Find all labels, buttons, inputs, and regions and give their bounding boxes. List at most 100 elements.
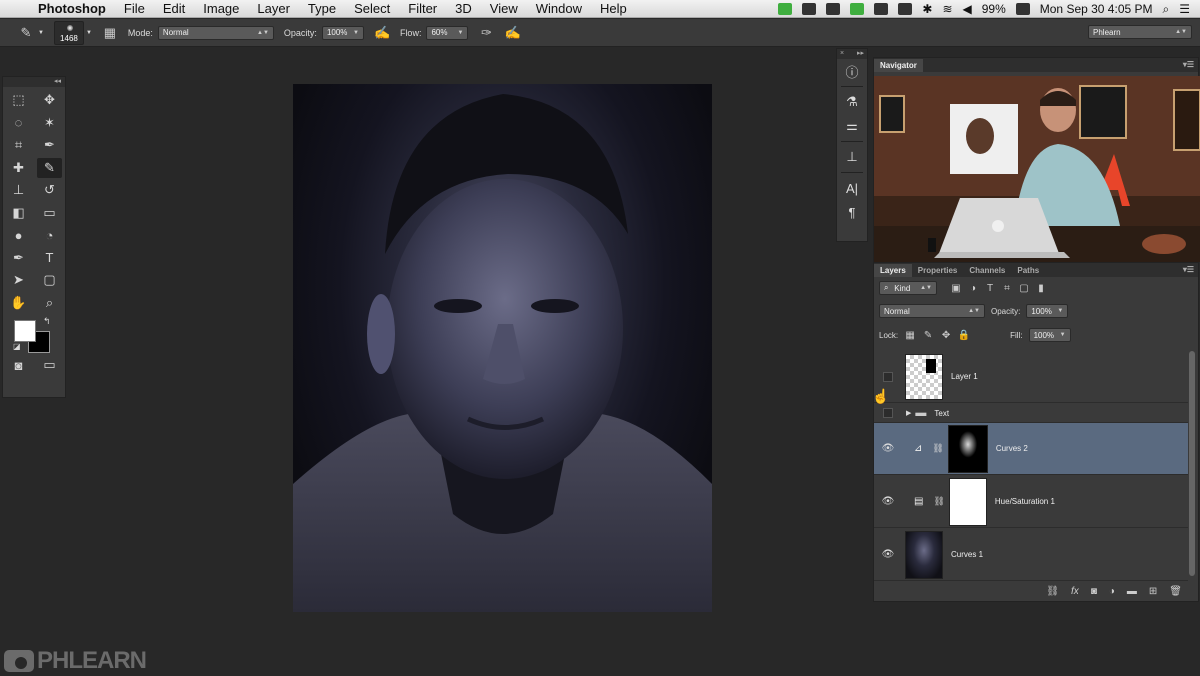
filter-smart-object-icon[interactable]: ▢ (1018, 282, 1030, 294)
lasso-tool-icon[interactable]: ◌ (3, 112, 34, 135)
visibility-toggle[interactable] (874, 371, 902, 382)
menu-help[interactable]: Help (591, 1, 636, 16)
healing-brush-tool-icon[interactable]: ✚ (3, 157, 34, 180)
tab-paths[interactable]: Paths (1011, 264, 1045, 277)
workspace-switcher[interactable]: Phlearn ▲▼ (1088, 25, 1192, 39)
screen-mode-icon[interactable]: ▭ (34, 354, 65, 377)
crop-tool-icon[interactable]: ⌗ (3, 134, 34, 157)
info-icon[interactable]: ⓘ (837, 59, 867, 83)
brush-preset-picker[interactable]: 1468 ▼ (53, 20, 92, 45)
opacity-field[interactable]: 100% ▼ (321, 25, 364, 40)
brush-options-icon[interactable]: ⚌ (837, 114, 867, 138)
gradient-tool-icon[interactable]: ▭ (34, 202, 65, 225)
swap-colors-icon[interactable]: ↰ (43, 316, 51, 327)
menu-filter[interactable]: Filter (399, 1, 446, 16)
brush-tool-icon[interactable]: ✎ (37, 157, 62, 178)
lock-pixels-icon[interactable]: ✎ (922, 329, 934, 341)
layer-style-fx-icon[interactable]: fx (1071, 586, 1079, 597)
link-icon[interactable]: ⛓ (933, 496, 944, 507)
menu-view[interactable]: View (481, 1, 527, 16)
clone-source-icon[interactable]: ⊥ (837, 145, 867, 169)
link-layers-icon[interactable]: ⛓ (1046, 586, 1059, 597)
dodge-tool-icon[interactable]: ◔ (34, 224, 65, 247)
marquee-tool-icon[interactable]: ⬚ (3, 89, 34, 112)
menu-select[interactable]: Select (345, 1, 399, 16)
expand-icon[interactable]: ▸▸ (857, 49, 864, 59)
default-colors-icon[interactable]: ◪ (13, 342, 21, 351)
link-icon[interactable]: ⛓ (932, 443, 943, 454)
new-layer-icon[interactable]: ⊞ (1149, 586, 1157, 597)
pressure-opacity-icon[interactable]: ✍ (374, 25, 390, 41)
tab-channels[interactable]: Channels (963, 264, 1011, 277)
layers-scrollbar[interactable] (1189, 351, 1195, 576)
brush-size-preview[interactable]: 1468 (53, 20, 84, 45)
screen-icon[interactable] (802, 3, 817, 15)
menu-3d[interactable]: 3D (446, 1, 481, 16)
tab-layers[interactable]: Layers (874, 264, 912, 277)
trash-icon[interactable]: 🗑 (1169, 586, 1182, 597)
menu-edit[interactable]: Edit (154, 1, 194, 16)
blend-mode-dropdown[interactable]: Normal ▲▼ (879, 304, 985, 318)
visibility-toggle[interactable]: 👁 (874, 443, 902, 454)
foreground-color-swatch[interactable] (14, 320, 36, 342)
character-icon[interactable]: A| (837, 176, 867, 200)
layer-mask-thumbnail[interactable] (948, 477, 987, 526)
dropbox-icon[interactable] (826, 3, 841, 15)
filter-kind-dropdown[interactable]: ⌕ Kind ▲▼ (879, 281, 937, 295)
fill-field[interactable]: 100% ▼ (1028, 328, 1071, 342)
new-group-icon[interactable]: ▬ (1127, 586, 1137, 597)
filter-type-icon[interactable]: T (984, 282, 996, 294)
airplay-icon[interactable] (874, 3, 889, 15)
menu-type[interactable]: Type (299, 1, 345, 16)
layer-mask-thumbnail[interactable] (947, 424, 988, 473)
brush-panel-toggle-icon[interactable]: ▦ (102, 25, 118, 41)
scrollbar-thumb[interactable] (1189, 351, 1195, 576)
clock[interactable]: Mon Sep 30 4:05 PM (1040, 2, 1153, 16)
evernote-icon[interactable] (778, 3, 793, 15)
new-adjustment-layer-icon[interactable]: ◑ (1109, 586, 1115, 597)
brush-presets-icon[interactable]: ⚗ (837, 90, 867, 114)
zoom-tool-icon[interactable]: ⌕ (34, 292, 65, 315)
navigator-preview[interactable] (874, 76, 1200, 262)
paragraph-icon[interactable]: ¶ (837, 200, 867, 224)
filter-toggle-icon[interactable]: ▮ (1035, 282, 1047, 294)
tool-preset-picker[interactable]: ✎ ▼ (18, 25, 44, 41)
panel-menu-icon[interactable]: ▾☰ (1183, 60, 1194, 69)
document-canvas[interactable] (293, 84, 712, 612)
pen-tool-icon[interactable]: ✒ (3, 247, 34, 270)
shape-tool-icon[interactable]: ▢ (34, 269, 65, 292)
path-selection-tool-icon[interactable]: ➤ (3, 269, 34, 292)
lock-transparency-icon[interactable]: ▦ (904, 329, 916, 341)
tools-panel-header[interactable]: ◂◂ (3, 77, 65, 87)
menu-window[interactable]: Window (527, 1, 591, 16)
battery-percent[interactable]: 99% (982, 2, 1006, 16)
close-icon[interactable]: × (840, 49, 844, 59)
hand-tool-icon[interactable]: ✋ (3, 292, 34, 315)
wifi-icon[interactable]: ≋ (942, 2, 952, 16)
airbrush-icon[interactable]: ✑ (478, 25, 494, 41)
battery-app-icon[interactable] (850, 3, 865, 15)
notification-center-icon[interactable]: ☰ (1179, 2, 1190, 16)
visibility-toggle[interactable]: 👁 (874, 496, 902, 507)
layer-row[interactable]: Layer 1 (874, 351, 1188, 403)
lock-position-icon[interactable]: ✥ (940, 329, 952, 341)
layer-row[interactable]: 👁 ▤ ⛓ Hue/Saturation 1 (874, 476, 1188, 528)
filter-shape-icon[interactable]: ⌗ (1001, 282, 1013, 294)
visibility-toggle[interactable] (874, 408, 902, 418)
add-mask-icon[interactable]: ◙ (1091, 586, 1097, 597)
layer-group-row[interactable]: ▶ ▬ Text (874, 404, 1188, 423)
spotlight-icon[interactable]: ⌕ (1163, 2, 1170, 17)
mode-dropdown[interactable]: Normal ▲▼ (157, 25, 274, 40)
eraser-tool-icon[interactable]: ◧ (3, 202, 34, 225)
flow-field[interactable]: 60% ▼ (426, 25, 469, 40)
filter-adjustment-icon[interactable]: ◑ (967, 282, 979, 294)
app-menu[interactable]: Photoshop (34, 1, 115, 16)
type-tool-icon[interactable]: T (34, 247, 65, 270)
eyedropper-tool-icon[interactable]: ✒ (34, 134, 65, 157)
lock-all-icon[interactable]: 🔒 (958, 329, 970, 341)
menu-layer[interactable]: Layer (248, 1, 299, 16)
disclosure-triangle-icon[interactable]: ▶ (906, 409, 911, 417)
blur-tool-icon[interactable]: ● (3, 224, 34, 247)
move-tool-icon[interactable]: ✥ (34, 89, 65, 112)
magic-wand-tool-icon[interactable]: ✶ (34, 112, 65, 135)
